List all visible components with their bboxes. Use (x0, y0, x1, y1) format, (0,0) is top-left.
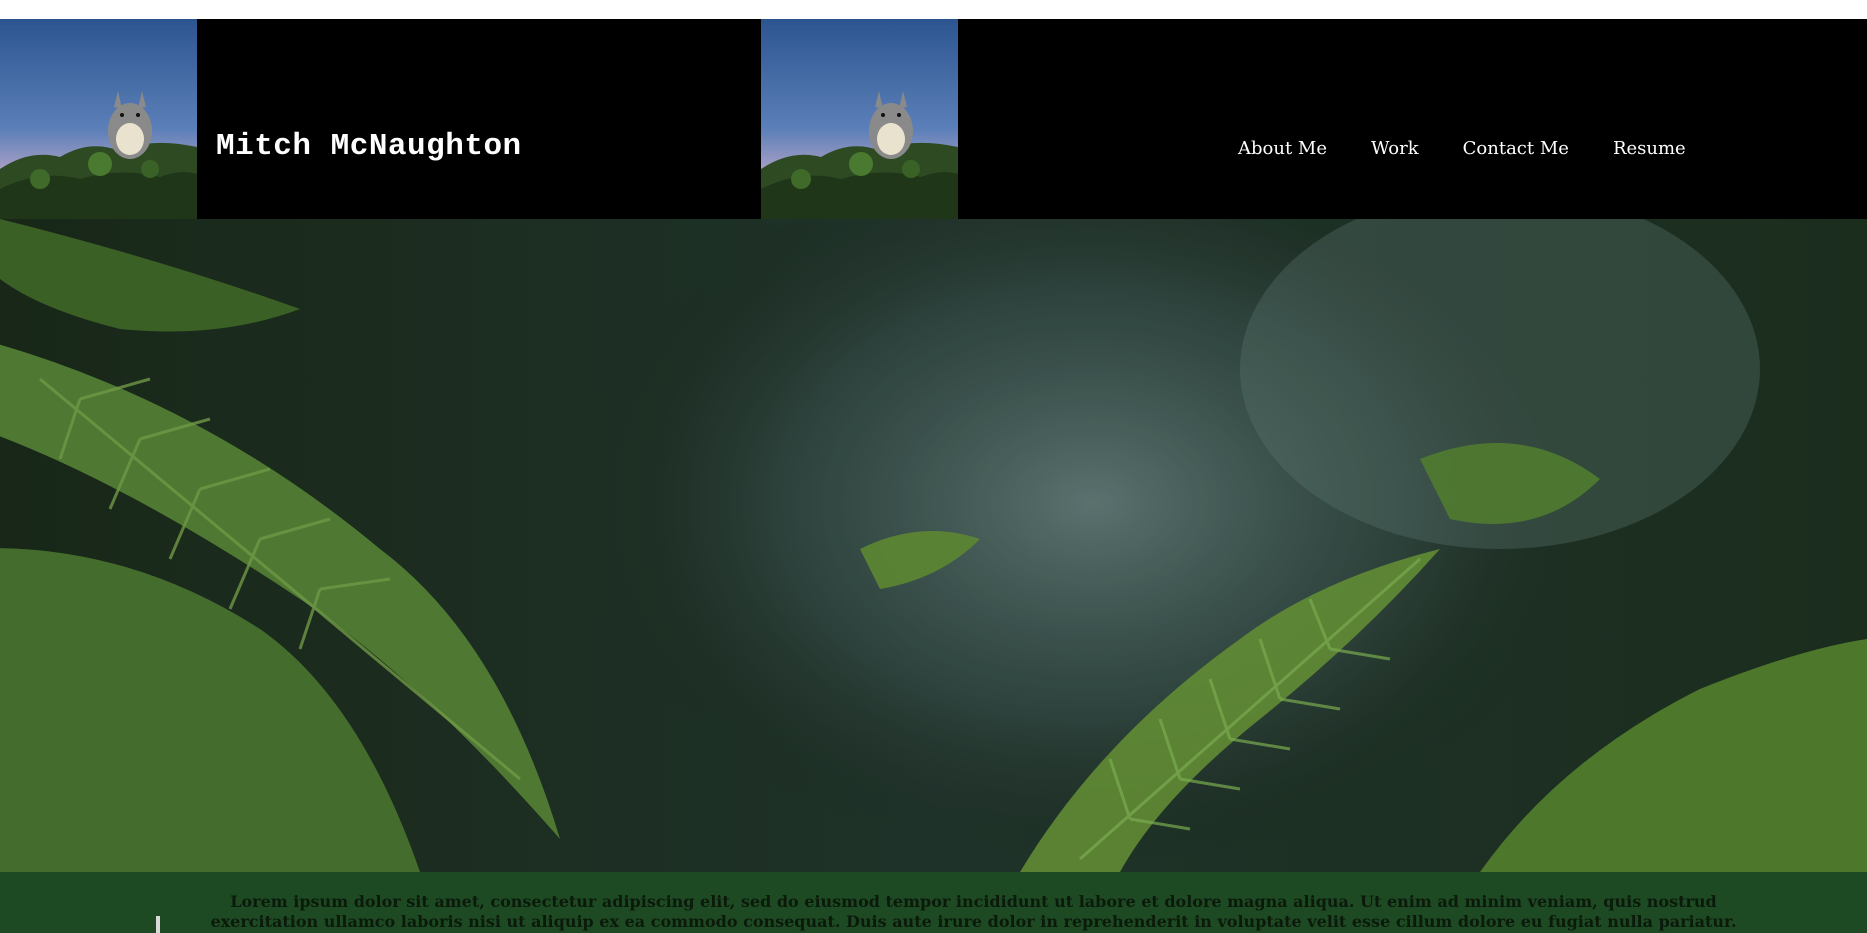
nav-about-me[interactable]: About Me (1238, 131, 1327, 167)
site-header: Mitch McNaughton About Me Work Contact M… (0, 19, 1867, 219)
hero-image (0, 219, 1867, 872)
totoro-logo-icon (761, 19, 958, 219)
nav-work[interactable]: Work (1371, 131, 1419, 167)
site-title[interactable]: Mitch McNaughton (216, 127, 522, 167)
intro-section: Lorem ipsum dolor sit amet, consectetur … (0, 872, 1867, 933)
intro-text: Lorem ipsum dolor sit amet, consectetur … (210, 892, 1737, 933)
top-whitespace (0, 0, 1867, 19)
decorative-mark (156, 916, 160, 933)
nav-resume[interactable]: Resume (1613, 131, 1686, 167)
totoro-logo-icon[interactable] (0, 19, 197, 219)
main-nav: About Me Work Contact Me Resume (1238, 131, 1730, 167)
nav-contact-me[interactable]: Contact Me (1463, 131, 1569, 167)
